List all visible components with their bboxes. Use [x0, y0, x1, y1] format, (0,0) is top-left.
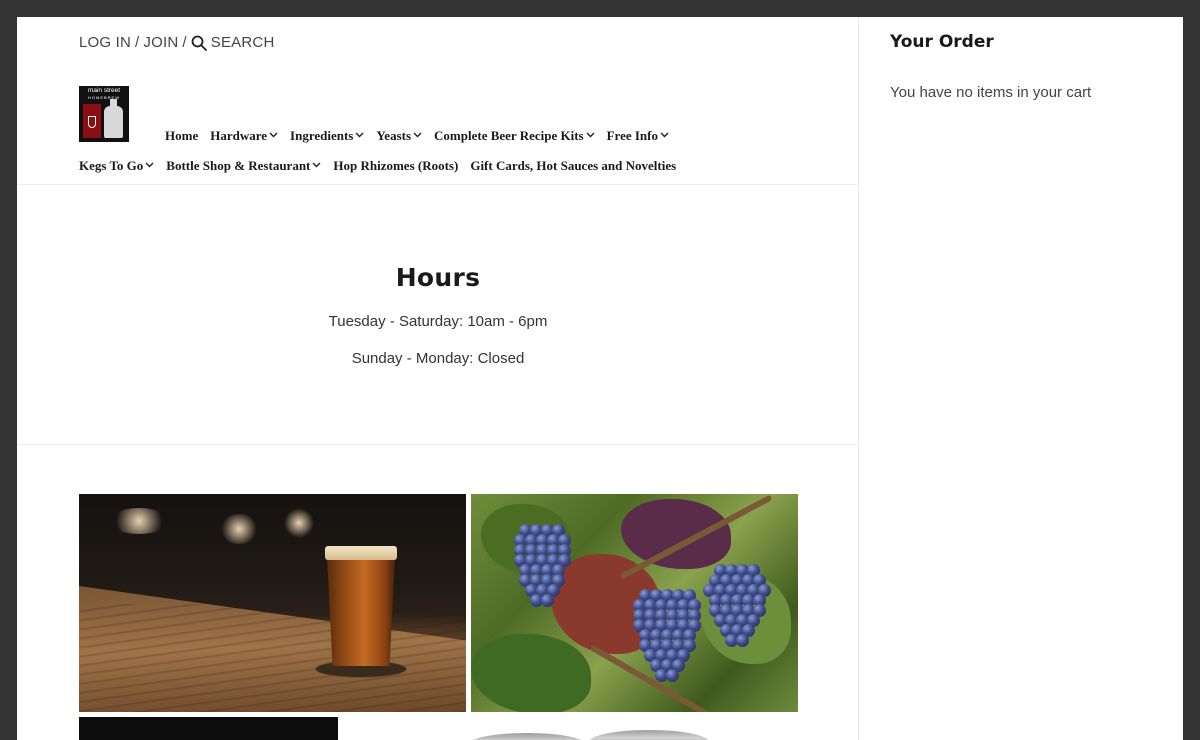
main-nav-row-2: Kegs To Go Bottle Shop & Restaurant Hop …	[79, 158, 688, 174]
nav-item-free-info[interactable]: Free Info	[607, 128, 669, 144]
logo-bottle-icon	[104, 106, 123, 138]
nav-item-hop-rhizomes[interactable]: Hop Rhizomes (Roots)	[333, 158, 458, 174]
nav-item-bottle-shop-restaurant[interactable]: Bottle Shop & Restaurant	[166, 158, 321, 174]
bokeh-light	[109, 508, 169, 534]
login-link[interactable]: LOG IN	[79, 34, 131, 51]
keg	[467, 733, 587, 740]
wood-grain	[79, 604, 466, 712]
nav-item-yeasts[interactable]: Yeasts	[376, 128, 422, 144]
logo-glass-icon	[88, 116, 96, 128]
nav-item-kegs-to-go[interactable]: Kegs To Go	[79, 158, 154, 174]
chevron-down-icon	[355, 132, 364, 138]
kegs-image[interactable]	[437, 729, 737, 740]
grape	[666, 669, 679, 682]
nav-item-hardware[interactable]: Hardware	[210, 128, 278, 144]
logo-wordmark: main street HOMEBREW	[87, 87, 121, 100]
order-sidebar: Your Order You have no items in your car…	[860, 17, 1183, 740]
main-nav-row-1: Home Hardware Ingredients Yeasts Complet…	[165, 128, 681, 144]
search-icon[interactable]	[191, 35, 207, 51]
chevron-down-icon	[269, 132, 278, 138]
cart-empty-message: You have no items in your cart	[890, 84, 1092, 101]
separator: /	[135, 34, 140, 51]
join-link[interactable]: JOIN	[143, 34, 178, 51]
hours-weekday: Tuesday - Saturday: 10am - 6pm	[328, 313, 548, 330]
header-divider	[17, 184, 859, 185]
separator: /	[182, 34, 187, 51]
chevron-down-icon	[660, 132, 669, 138]
nav-item-home[interactable]: Home	[165, 128, 198, 144]
beer-bar-image[interactable]	[79, 494, 466, 712]
bokeh-light	[284, 508, 314, 538]
keg	[589, 730, 709, 740]
grapes-image[interactable]	[471, 494, 798, 712]
nav-item-gift-cards[interactable]: Gift Cards, Hot Sauces and Novelties	[470, 158, 676, 174]
chevron-down-icon	[145, 162, 154, 168]
chevron-down-icon	[312, 162, 321, 168]
page: LOG IN / JOIN / SEARCH main street HOMEBR…	[17, 17, 1183, 740]
search-link[interactable]: SEARCH	[211, 34, 275, 51]
pint-glass	[325, 546, 397, 668]
dark-banner-image[interactable]	[79, 717, 338, 740]
store-logo[interactable]: main street HOMEBREW	[79, 86, 129, 142]
chevron-down-icon	[413, 132, 422, 138]
nav-item-complete-beer-recipe-kits[interactable]: Complete Beer Recipe Kits	[434, 128, 595, 144]
account-bar: LOG IN / JOIN / SEARCH	[79, 34, 274, 51]
hours-closed: Sunday - Monday: Closed	[351, 350, 525, 367]
grape	[736, 634, 749, 647]
nav-item-ingredients[interactable]: Ingredients	[290, 128, 364, 144]
bokeh-light	[219, 514, 259, 544]
main-content: LOG IN / JOIN / SEARCH main street HOMEBR…	[17, 17, 859, 740]
grape	[541, 594, 554, 607]
chevron-down-icon	[586, 132, 595, 138]
order-title: Your Order	[890, 32, 994, 52]
hours-heading: Hours	[395, 263, 481, 292]
section-divider	[17, 444, 859, 445]
